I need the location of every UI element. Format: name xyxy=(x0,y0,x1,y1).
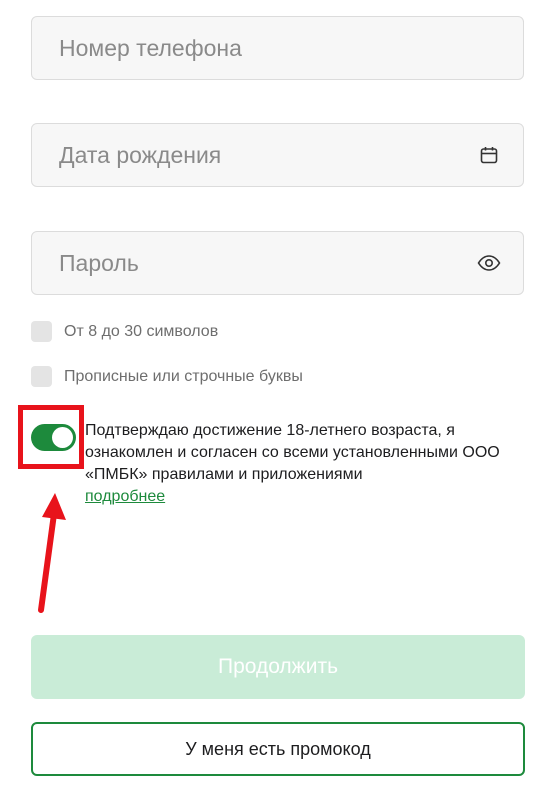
password-rule-case: Прописные или строчные буквы xyxy=(31,366,303,387)
details-link[interactable]: подробнее xyxy=(85,488,165,505)
eye-icon[interactable] xyxy=(475,249,503,277)
consent-label: Подтверждаю достижение 18-летнего возрас… xyxy=(85,422,500,483)
rule-label: Прописные или строчные буквы xyxy=(64,367,303,385)
password-rule-length: От 8 до 30 символов xyxy=(31,321,218,342)
promo-code-button[interactable]: У меня есть промокод xyxy=(31,722,525,776)
consent-text: Подтверждаю достижение 18-летнего возрас… xyxy=(85,420,530,508)
birthdate-input[interactable] xyxy=(59,141,475,169)
calendar-icon[interactable] xyxy=(475,141,503,169)
rule-checkbox xyxy=(31,366,52,387)
phone-input[interactable] xyxy=(59,34,503,62)
password-input[interactable] xyxy=(59,249,475,277)
annotation-arrow xyxy=(38,493,66,613)
birthdate-field[interactable] xyxy=(31,123,524,187)
toggle-knob xyxy=(52,427,73,448)
phone-field[interactable] xyxy=(31,16,524,80)
continue-button[interactable]: Продолжить xyxy=(31,635,525,699)
rule-label: От 8 до 30 символов xyxy=(64,322,219,340)
consent-toggle[interactable] xyxy=(31,424,76,451)
password-field[interactable] xyxy=(31,231,524,295)
rule-checkbox xyxy=(31,321,52,342)
